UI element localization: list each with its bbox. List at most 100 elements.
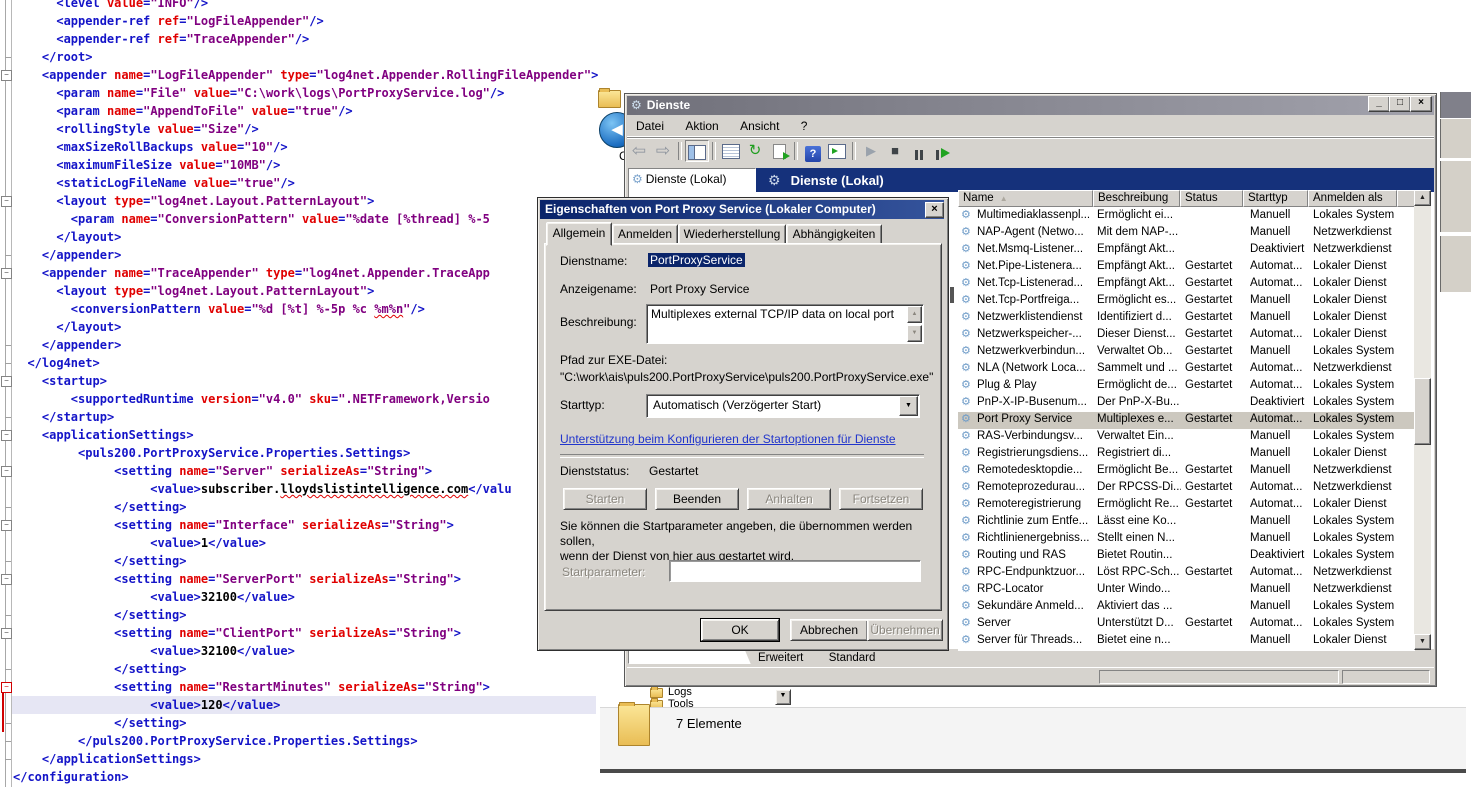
table-row[interactable]: ⚙ServerUnterstützt D...GestartetAutomat.… (958, 616, 1414, 633)
code-line[interactable]: <param name="AppendToFile" value="true"/… (13, 102, 353, 120)
code-line[interactable]: <param name="ConversionPattern" value="%… (13, 210, 490, 228)
menu-aktion[interactable]: Aktion (676, 116, 727, 133)
menu-hilfe[interactable]: ? (792, 116, 817, 133)
code-line[interactable]: <setting name="Server" serializeAs="Stri… (13, 462, 432, 480)
table-row[interactable]: ⚙RemoteregistrierungErmöglicht Re...Gest… (958, 497, 1414, 514)
table-row[interactable]: ⚙Net.Tcp-Listenerad...Empfängt Akt...Ges… (958, 276, 1414, 293)
column-header-status[interactable]: Status (1180, 190, 1243, 207)
column-header-starttyp[interactable]: Starttyp (1243, 190, 1308, 207)
column-header-beschreibung[interactable]: Beschreibung (1093, 190, 1180, 207)
table-row[interactable]: ⚙Port Proxy ServiceMultiplexes e...Gesta… (958, 412, 1414, 429)
tab-wiederherstellung[interactable]: Wiederherstellung (678, 224, 786, 245)
column-header-anmelden-als[interactable]: Anmelden als (1308, 190, 1397, 207)
code-line[interactable]: </setting> (13, 606, 186, 624)
ok-button[interactable]: OK (701, 619, 779, 641)
code-line[interactable]: <maximumFileSize value="10MB"/> (13, 156, 280, 174)
code-line[interactable]: </setting> (13, 714, 186, 732)
back-icon[interactable]: ⇦ (627, 140, 651, 162)
table-row[interactable]: ⚙Server für Threads...Bietet eine n...Ma… (958, 633, 1414, 650)
show-console-tree-icon[interactable] (685, 140, 709, 162)
code-line[interactable]: <setting name="ClientPort" serializeAs="… (13, 624, 461, 642)
table-row[interactable]: ⚙Richtlinie zum Entfe...Lässt eine Ko...… (958, 514, 1414, 531)
table-row[interactable]: ⚙Netzwerkverbindun...Verwaltet Ob...Gest… (958, 344, 1414, 361)
code-line[interactable]: <appender-ref ref="LogFileAppender"/> (13, 12, 324, 30)
tree-item-dienste-lokal[interactable]: ⚙Dienste (Lokal) (629, 169, 755, 186)
services-title-bar[interactable]: ⚙Dienste (627, 96, 1434, 115)
code-line[interactable]: <conversionPattern value="%d [%t] %-5p %… (13, 300, 425, 318)
code-line[interactable]: </appender> (13, 246, 121, 264)
table-row[interactable]: ⚙Sekundäre Anmeld...Aktiviert das ...Man… (958, 599, 1414, 616)
table-row[interactable]: ⚙Plug & PlayErmöglicht de...GestartetAut… (958, 378, 1414, 395)
beenden-button[interactable]: Beenden (655, 488, 739, 510)
code-line[interactable]: <maxSizeRollBackups value="10"/> (13, 138, 288, 156)
refresh-icon[interactable]: ↻ (743, 140, 767, 162)
code-line[interactable]: <layout type="log4net.Layout.PatternLayo… (13, 282, 374, 300)
code-line[interactable]: <value>1</value> (13, 534, 266, 552)
code-line[interactable]: </log4net> (13, 354, 100, 372)
close-icon[interactable]: × (1410, 96, 1432, 112)
table-row[interactable]: ⚙RPC-Endpunktzuor...Löst RPC-Sch...Gesta… (958, 565, 1414, 582)
scrollbar-thumb[interactable] (1414, 378, 1431, 445)
code-line[interactable]: <setting name="ServerPort" serializeAs="… (13, 570, 461, 588)
folder-item-label[interactable]: Logs (668, 686, 692, 698)
fortsetzen-button[interactable]: Fortsetzen (839, 488, 923, 510)
menu-ansicht[interactable]: Ansicht (731, 116, 788, 133)
stop-service-icon[interactable]: ■ (883, 140, 907, 162)
code-line[interactable]: <value>subscriber.lloydslistintelligence… (13, 480, 512, 498)
menu-datei[interactable]: Datei (627, 116, 673, 133)
code-line[interactable]: <rollingStyle value="Size"/> (13, 120, 259, 138)
table-row[interactable]: ⚙Netzwerkspeicher-...Dieser Dienst...Ges… (958, 327, 1414, 344)
table-row[interactable]: ⚙Net.Tcp-Portfreiga...Ermöglicht es...Ge… (958, 293, 1414, 310)
table-row[interactable]: ⚙RAS-Verbindungsv...Verwaltet Ein...Manu… (958, 429, 1414, 446)
pause-service-icon[interactable] (907, 140, 931, 162)
tab-abhaengigkeiten[interactable]: Abhängigkeiten (786, 224, 882, 245)
code-line[interactable]: <supportedRuntime version="v4.0" sku=".N… (13, 390, 490, 408)
code-line[interactable]: <value>120</value> (13, 696, 280, 714)
code-line[interactable]: <level value="INFO"/> (13, 0, 208, 12)
table-row[interactable]: ⚙Routing und RASBietet Routin...Deaktivi… (958, 548, 1414, 565)
table-row[interactable]: ⚙RPC-LocatorUnter Windo...ManuellNetzwer… (958, 582, 1414, 599)
table-row[interactable]: ⚙Multimediaklassenpl...Ermöglicht ei...M… (958, 208, 1414, 225)
tab-allgemein[interactable]: Allgemein (546, 222, 612, 246)
starttyp-select[interactable]: Automatisch (Verzögerter Start) ▼ (646, 394, 920, 418)
code-line[interactable]: </layout> (13, 228, 121, 246)
code-line[interactable]: </root> (13, 48, 93, 66)
code-line[interactable]: <appender name="LogFileAppender" type="l… (13, 66, 598, 84)
startparameter-input[interactable] (669, 560, 921, 582)
table-row[interactable]: ⚙NetzwerklistendienstIdentifiziert d...G… (958, 310, 1414, 327)
export-list-icon[interactable] (767, 140, 791, 162)
folder-item-label[interactable]: Tools (668, 698, 694, 707)
scroll-up-icon[interactable]: ▲ (1414, 190, 1431, 206)
scroll-up-icon[interactable]: ▲ (907, 306, 922, 323)
dienstname-value[interactable]: PortProxyService (648, 253, 745, 267)
code-line[interactable]: <setting name="RestartMinutes" serialize… (13, 678, 490, 696)
code-line[interactable]: </applicationSettings> (13, 750, 201, 768)
code-line[interactable]: </appender> (13, 336, 121, 354)
code-line[interactable]: <appender name="TraceAppender" type="log… (13, 264, 490, 282)
uebernehmen-button[interactable]: Übernehmen (867, 619, 943, 641)
code-line[interactable]: <staticLogFileName value="true"/> (13, 174, 295, 192)
abbrechen-button[interactable]: Abbrechen (790, 619, 868, 641)
minimize-icon[interactable]: _ (1368, 96, 1390, 112)
code-line[interactable]: <applicationSettings> (13, 426, 194, 444)
start-service-icon[interactable]: ▶ (859, 140, 883, 162)
tab-anmelden[interactable]: Anmelden (612, 224, 678, 245)
code-line[interactable]: </setting> (13, 660, 186, 678)
column-header-name[interactable]: Name▲ (958, 190, 1093, 207)
services-scrollbar[interactable]: ▲ ▼ (1414, 190, 1431, 650)
code-line[interactable]: <value>32100</value> (13, 588, 295, 606)
table-row[interactable]: ⚙NLA (Network Loca...Sammelt und ...Gest… (958, 361, 1414, 378)
code-line[interactable]: </startup> (13, 408, 114, 426)
table-row[interactable]: ⚙Remotedesktopdie...Ermöglicht Be...Gest… (958, 463, 1414, 480)
code-line[interactable]: </setting> (13, 498, 186, 516)
chevron-down-icon[interactable]: ▼ (775, 689, 791, 705)
code-line[interactable]: <value>32100</value> (13, 642, 295, 660)
scroll-down-icon[interactable]: ▼ (907, 325, 922, 342)
code-line[interactable]: <param name="File" value="C:\work\logs\P… (13, 84, 504, 102)
show-description-icon[interactable] (825, 140, 849, 162)
table-row[interactable]: ⚙Registrierungsdiens...Registriert di...… (958, 446, 1414, 463)
beschreibung-field[interactable]: Multiplexes external TCP/IP data on loca… (646, 304, 924, 344)
code-line[interactable]: </puls200.PortProxyService.Properties.Se… (13, 732, 418, 750)
table-row[interactable]: ⚙Remoteprozedurau...Der RPCSS-Di...Gesta… (958, 480, 1414, 497)
code-line[interactable]: </setting> (13, 552, 186, 570)
